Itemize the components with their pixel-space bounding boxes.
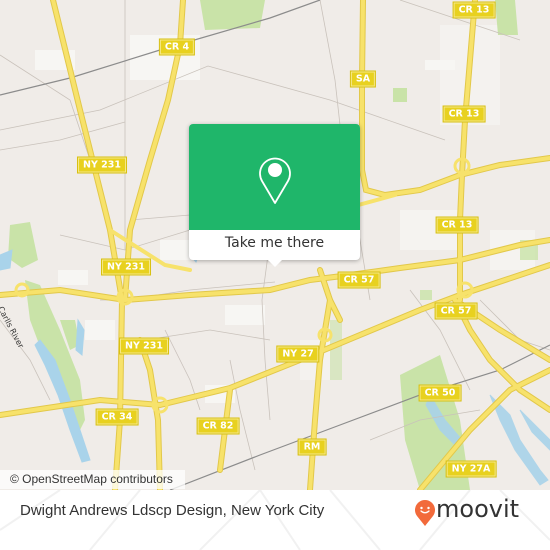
road-shield-cr82: CR 82 — [196, 417, 240, 435]
road-shield-cr4: CR 4 — [158, 38, 196, 56]
road-shield-cr13: CR 13 — [435, 216, 479, 234]
osm-attribution[interactable]: © OpenStreetMap contributors — [0, 470, 185, 489]
road-shield-cr57: CR 57 — [434, 302, 478, 320]
road-shield-ny231: NY 231 — [77, 156, 127, 174]
map-pin-icon — [259, 157, 291, 204]
popup-pointer — [267, 259, 283, 267]
road-shield-cr13: CR 13 — [442, 105, 486, 123]
place-name: Dwight Andrews Ldscp Design, New York Ci… — [20, 502, 325, 519]
road-shield-ny231: NY 231 — [101, 258, 151, 276]
road-shield-rm: RM — [297, 438, 327, 456]
road-shield-ny27a: NY 27A — [445, 460, 497, 478]
destination-popup: Take me there — [189, 124, 360, 267]
popup-header — [189, 124, 360, 230]
moovit-wordmark: moovit — [436, 495, 520, 523]
road-shield-cr13: CR 13 — [452, 1, 496, 19]
road-shield-ny27: NY 27 — [276, 345, 320, 363]
footer: Dwight Andrews Ldscp Design, New York Ci… — [0, 490, 550, 550]
road-shield-cr50: CR 50 — [418, 384, 462, 402]
moovit-pin-icon — [415, 500, 435, 526]
road-shield-ny231: NY 231 — [119, 337, 169, 355]
road-shield-sa: SA — [349, 70, 377, 88]
map[interactable]: CR 4 CR 13 SA CR 13 NY 231 CR 13 NY 231 … — [0, 0, 550, 490]
road-shield-cr57: CR 57 — [337, 271, 381, 289]
take-me-there-button[interactable]: Take me there — [189, 230, 360, 260]
road-shield-cr34: CR 34 — [95, 408, 139, 426]
